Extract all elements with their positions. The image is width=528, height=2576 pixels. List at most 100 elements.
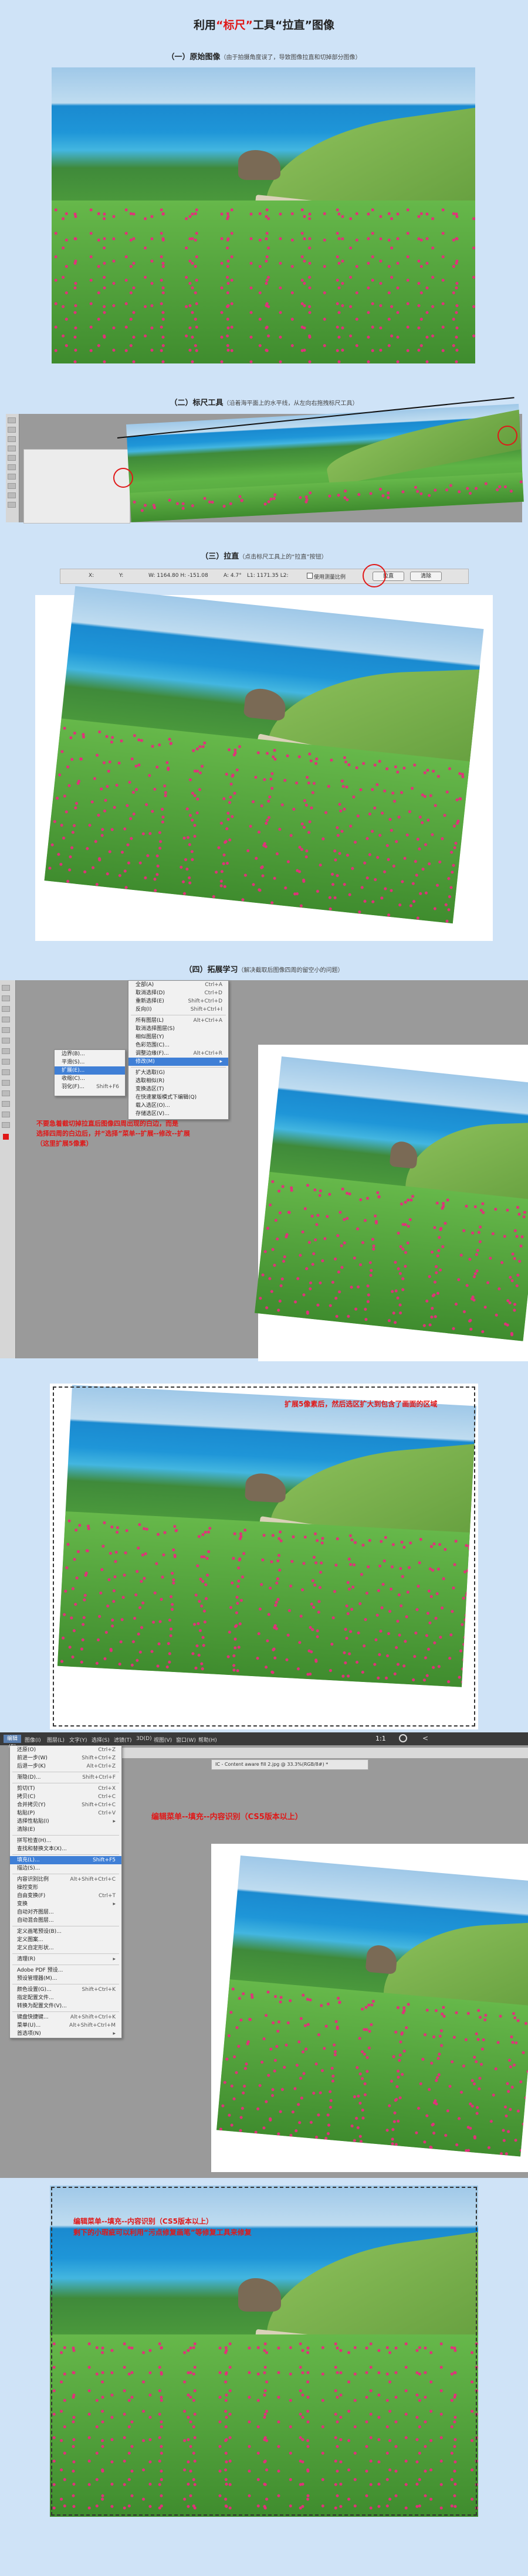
measure-scale-checkbox[interactable]	[307, 573, 313, 579]
text-tool-icon[interactable]	[2, 1101, 10, 1107]
menu-select[interactable]: 选择(S)	[92, 1736, 110, 1744]
menu-item[interactable]: 扩大选取(G)	[128, 1069, 228, 1077]
move-tool-icon[interactable]	[2, 985, 10, 991]
menu-item[interactable]: 前进一步(W) Shift+Ctrl+Z	[10, 1754, 121, 1762]
menu-item[interactable]: 选择性粘贴(I) ▸	[10, 1817, 121, 1826]
menu-item[interactable]: 自由变换(F) Ctrl+T	[10, 1892, 121, 1900]
menu-item[interactable]: 指定配置文件...	[10, 1994, 121, 2002]
clear-button[interactable]: 清除	[410, 572, 442, 581]
wand-tool-icon[interactable]	[2, 1017, 10, 1022]
menu-item[interactable]: 变换选区(T)	[128, 1085, 228, 1093]
menu-type[interactable]: 文字(Y)	[69, 1736, 87, 1744]
menu-item[interactable]: 自动对齐图层...	[10, 1908, 121, 1916]
menu-item[interactable]: 取消选择(D) Ctrl+D	[128, 989, 228, 997]
menu-layer[interactable]: 图层(L)	[47, 1736, 65, 1744]
menu-item[interactable]: 颜色设置(G)... Shift+Ctrl+K	[10, 1986, 121, 1994]
submenu-item[interactable]: 平滑(S)...	[55, 1058, 125, 1066]
hand-tool-icon[interactable]	[2, 1112, 10, 1117]
eraser-tool-icon[interactable]	[8, 483, 16, 489]
rotate-view-icon[interactable]	[399, 1734, 407, 1742]
menu-item-fill[interactable]: 填充(L)... Shift+F5	[10, 1856, 121, 1864]
menu-item[interactable]: 操控变形	[10, 1884, 121, 1892]
menu-item[interactable]: 载入选区(O)...	[128, 1102, 228, 1110]
menu-item[interactable]: 后退一步(K) Alt+Ctrl+Z	[10, 1762, 121, 1770]
lasso-tool-icon[interactable]	[8, 436, 16, 442]
menu-item[interactable]: 所有图层(L) Alt+Ctrl+A	[128, 1017, 228, 1025]
menu-item[interactable]: 选取相似(R)	[128, 1077, 228, 1085]
menu-item[interactable]: 剪切(T) Ctrl+X	[10, 1785, 121, 1793]
menu-item[interactable]: 反向(I) Shift+Ctrl+I	[128, 1005, 228, 1014]
menu-item-modify[interactable]: 修改(M) ▸	[128, 1058, 228, 1066]
menu-item[interactable]: 变换 ▸	[10, 1900, 121, 1908]
menu-item[interactable]: 拷贝(C) Ctrl+C	[10, 1793, 121, 1801]
section-1-heading: （一）原始图像（由于拍摄角度误了，导致图像拉直和切掉部分图像）	[167, 53, 361, 62]
move-tool-icon[interactable]	[8, 417, 16, 423]
submenu-item[interactable]: 收缩(C)...	[55, 1075, 125, 1083]
menu-item[interactable]: 内容识别比例 Alt+Shift+Ctrl+C	[10, 1875, 121, 1884]
menu-edit[interactable]: 编辑(E)	[4, 1735, 21, 1750]
menu-item[interactable]: 在快速蒙版模式下编辑(Q)	[128, 1093, 228, 1102]
stamp-tool-icon[interactable]	[8, 474, 16, 480]
select-photo	[255, 1056, 528, 1341]
menu-item[interactable]: 查找和替换文本(X)...	[10, 1845, 121, 1853]
submenu-item[interactable]: 边界(B)...	[55, 1050, 125, 1058]
ruler-tool-icon[interactable]	[2, 1038, 10, 1044]
lasso-tool-icon[interactable]	[2, 1006, 10, 1012]
menu-3d[interactable]: 3D(D)	[136, 1736, 152, 1742]
menu-item[interactable]: 还原(O) Ctrl+Z	[10, 1746, 121, 1754]
menu-help[interactable]: 帮助(H)	[198, 1736, 217, 1744]
marquee-tool-icon[interactable]	[2, 995, 10, 1001]
selection-marquee[interactable]	[53, 1386, 475, 1727]
menu-item[interactable]: Adobe PDF 预设...	[10, 1966, 121, 1975]
menu-item[interactable]: 粘贴(P) Ctrl+V	[10, 1809, 121, 1817]
text-tool-icon[interactable]	[8, 492, 16, 498]
pen-tool-icon[interactable]	[2, 1090, 10, 1096]
menu-item[interactable]: 键盘快捷键... Alt+Shift+Ctrl+K	[10, 2013, 121, 2021]
menu-view[interactable]: 视图(V)	[154, 1736, 172, 1744]
menu-item[interactable]: 描边(S)...	[10, 1864, 121, 1872]
menu-item[interactable]: 存储选区(V)...	[128, 1110, 228, 1118]
menu-item[interactable]: 菜单(U)... Alt+Shift+Ctrl+M	[10, 2021, 121, 2030]
menu-item[interactable]: 清除(E)	[10, 1826, 121, 1834]
menu-item[interactable]: 重新选择(E) Shift+Ctrl+D	[128, 997, 228, 1005]
menu-item[interactable]: 定义自定形状...	[10, 1944, 121, 1952]
menu-item[interactable]: 拼写检查(H)...	[10, 1837, 121, 1845]
submenu-item-expand[interactable]: 扩展(E)...	[55, 1066, 125, 1075]
menu-item[interactable]: 定义画笔预设(B)...	[10, 1928, 121, 1936]
submenu-item[interactable]: 羽化(F)... Shift+F6	[55, 1083, 125, 1091]
brush-tool-icon[interactable]	[2, 1048, 10, 1054]
zoom-tool-icon[interactable]	[2, 1122, 10, 1128]
share-icon[interactable]: <	[422, 1734, 428, 1742]
menu-item[interactable]: 相似图层(Y)	[128, 1033, 228, 1041]
menu-window[interactable]: 窗口(W)	[176, 1736, 196, 1744]
menu-filter[interactable]: 滤镜(T)	[114, 1736, 132, 1744]
menu-item[interactable]: 全部(A) Ctrl+A	[128, 981, 228, 989]
gradient-tool-icon[interactable]	[2, 1080, 10, 1086]
menu-item[interactable]: 首选项(N) ▸	[10, 2030, 121, 2038]
hand-tool-icon[interactable]	[8, 502, 16, 508]
ruler-tool-icon[interactable]	[8, 455, 16, 461]
menu-item[interactable]: 定义图案...	[10, 1936, 121, 1944]
menu-item[interactable]: 自动混合图层...	[10, 1916, 121, 1925]
menu-image[interactable]: 图像(I)	[25, 1736, 41, 1744]
foreground-color-swatch[interactable]	[3, 1134, 9, 1140]
menu-item[interactable]: 渐隐(D)... Shift+Ctrl+F	[10, 1773, 121, 1782]
menu-item[interactable]: 清理(R) ▸	[10, 1955, 121, 1963]
menu-item[interactable]: 色彩范围(C)...	[128, 1041, 228, 1049]
menu-item[interactable]: 取消选择图层(S)	[128, 1025, 228, 1033]
menu-item[interactable]: 合并拷贝(Y) Shift+Ctrl+C	[10, 1801, 121, 1809]
menu-item[interactable]: 预设管理器(M)...	[10, 1975, 121, 1983]
zoom-readout[interactable]: 1:1	[375, 1735, 386, 1742]
x-readout: X:	[89, 573, 94, 579]
eraser-tool-icon[interactable]	[2, 1069, 10, 1075]
tilted-photo	[126, 403, 524, 522]
marquee-tool-icon[interactable]	[8, 427, 16, 433]
menu-item[interactable]: 调整边缘(F)... Alt+Ctrl+R	[128, 1049, 228, 1058]
crop-tool-icon[interactable]	[8, 446, 16, 451]
page-title: 利用“标尺”工具“拉直”图像	[194, 19, 334, 32]
brush-tool-icon[interactable]	[8, 464, 16, 470]
menu-item[interactable]: 转换为配置文件(V)...	[10, 2002, 121, 2010]
crop-tool-icon[interactable]	[2, 1027, 10, 1033]
document-tab[interactable]: IC - Content aware fill 2.jpg @ 33.3%(RG…	[211, 1759, 368, 1770]
stamp-tool-icon[interactable]	[2, 1059, 10, 1065]
